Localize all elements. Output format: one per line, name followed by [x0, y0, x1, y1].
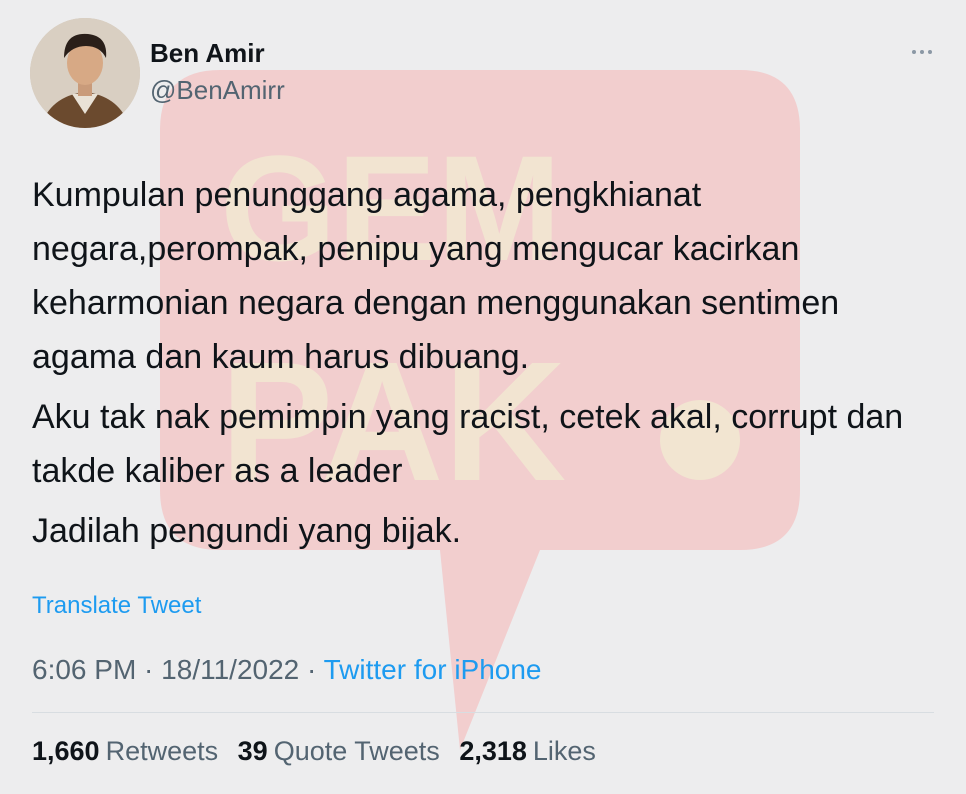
likes-stat[interactable]: 2,318 Likes [459, 736, 596, 767]
tweet-source-link[interactable]: Twitter for iPhone [324, 654, 542, 685]
tweet-stats: 1,660 Retweets 39 Quote Tweets 2,318 Likes [32, 736, 608, 767]
retweets-stat[interactable]: 1,660 Retweets [32, 736, 218, 767]
tweet-paragraph: Kumpulan penunggang agama, pengkhianat n… [32, 176, 840, 376]
tweet-time[interactable]: 6:06 PM [32, 654, 136, 685]
tweet-paragraph: Aku tak nak pemimpin yang racist, cetek … [32, 398, 904, 490]
avatar[interactable] [30, 18, 140, 128]
translate-tweet-link[interactable]: Translate Tweet [32, 592, 201, 620]
quote-tweets-count: 39 [237, 736, 268, 766]
tweet-paragraph: Jadilah pengundi yang bijak. [32, 512, 462, 550]
tweet-text: Kumpulan penunggang agama, pengkhianat n… [32, 168, 947, 564]
tweet-card: Ben Amir @BenAmirr Kumpulan penunggang a… [0, 0, 966, 794]
likes-label: Likes [532, 736, 596, 766]
tweet-meta: 6:06 PM · 18/11/2022 · Twitter for iPhon… [32, 654, 542, 686]
avatar-image [30, 18, 140, 128]
author-name[interactable]: Ben Amir [150, 38, 265, 69]
meta-separator: · [136, 654, 162, 685]
likes-count: 2,318 [459, 736, 527, 766]
quote-tweets-label: Quote Tweets [273, 736, 440, 766]
more-horizontal-icon[interactable] [910, 46, 934, 58]
retweets-label: Retweets [105, 736, 219, 766]
quote-tweets-stat[interactable]: 39 Quote Tweets [238, 736, 440, 767]
divider [32, 712, 934, 713]
retweets-count: 1,660 [32, 736, 100, 766]
tweet-date[interactable]: 18/11/2022 [161, 654, 299, 685]
author-handle[interactable]: @BenAmirr [150, 75, 285, 106]
meta-separator: · [299, 654, 324, 685]
